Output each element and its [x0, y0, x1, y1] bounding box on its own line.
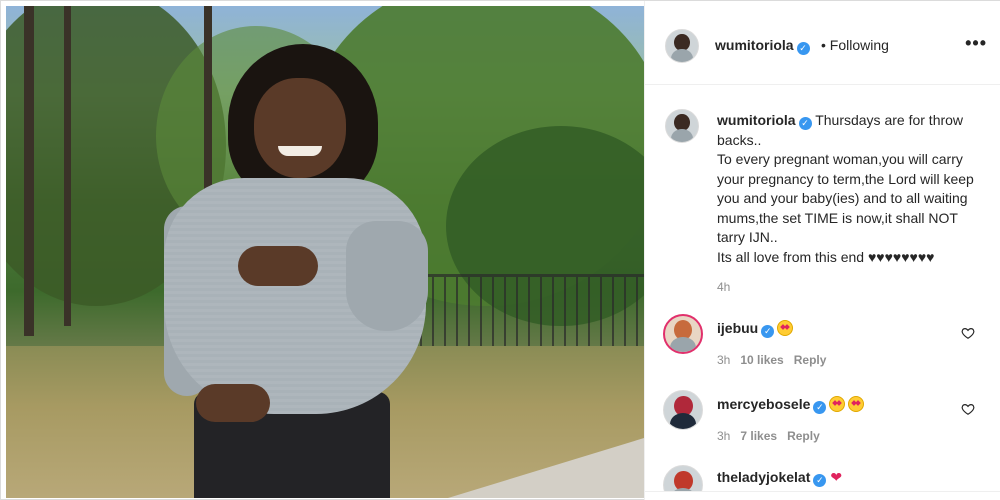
hand-under-belly	[196, 384, 270, 422]
follow-status[interactable]: • Following	[821, 37, 889, 53]
verified-badge-icon: ✓	[813, 474, 827, 487]
comment-timestamp[interactable]: 3h	[717, 429, 730, 443]
comment-item: mercyebosele ✓ 3h 7 likes Reply	[645, 390, 1000, 460]
instagram-post: wumitoriola ✓ • Following ••• wumitoriola…	[0, 0, 1000, 500]
commenter-avatar[interactable]	[663, 390, 703, 430]
comment-item: ijebuu ✓ 3h 10 likes Reply	[645, 314, 1000, 384]
caption-text: Thursdays are for throw backs.. To every…	[717, 112, 974, 265]
star-struck-emoji-icon	[777, 320, 794, 336]
like-heart-icon[interactable]	[961, 402, 975, 416]
caption-avatar[interactable]	[665, 109, 699, 143]
caption-timestamp[interactable]: 4h	[717, 280, 730, 294]
star-struck-emoji-icon	[829, 396, 846, 412]
reply-button[interactable]: Reply	[787, 429, 820, 443]
action-bar	[645, 491, 1000, 500]
caption-username[interactable]: wumitoriola	[717, 112, 796, 128]
post-caption: wumitoriola ✓ Thursdays are for throw bac…	[717, 111, 977, 267]
pregnant-woman-figure	[6, 6, 644, 498]
comment-timestamp[interactable]: 3h	[717, 353, 730, 367]
verified-badge-icon: ✓	[798, 117, 812, 130]
commenter-avatar[interactable]	[663, 314, 703, 354]
comment-likes[interactable]: 7 likes	[740, 429, 777, 443]
verified-badge-icon: ✓	[813, 401, 827, 414]
post-sidebar: wumitoriola ✓ • Following ••• wumitoriola…	[644, 1, 1000, 500]
star-struck-emoji-icon	[848, 396, 865, 412]
post-photo[interactable]	[6, 6, 644, 498]
right-arm	[346, 221, 428, 331]
comment-meta: 3h 7 likes Reply	[717, 429, 830, 443]
smile	[278, 146, 322, 156]
profile-avatar[interactable]	[665, 29, 699, 63]
reply-button[interactable]: Reply	[794, 353, 827, 367]
more-horizontal-icon[interactable]: •••	[965, 33, 987, 54]
verified-badge-icon: ✓	[761, 325, 775, 338]
author-username[interactable]: wumitoriola ✓	[715, 37, 810, 55]
comment-username[interactable]: theladyjokelat ✓ ❤	[717, 469, 842, 487]
comment-meta: 3h 10 likes Reply	[717, 353, 836, 367]
comment-username[interactable]: mercyebosele ✓	[717, 396, 865, 414]
hand-on-belly	[238, 246, 318, 286]
comment-likes[interactable]: 10 likes	[740, 353, 783, 367]
face	[254, 78, 346, 178]
comment-username[interactable]: ijebuu ✓	[717, 320, 794, 338]
verified-badge-icon: ✓	[796, 42, 810, 55]
post-header: wumitoriola ✓ • Following •••	[645, 1, 1000, 85]
like-heart-icon[interactable]	[961, 326, 975, 340]
red-heart-emoji-icon: ❤	[830, 469, 843, 485]
